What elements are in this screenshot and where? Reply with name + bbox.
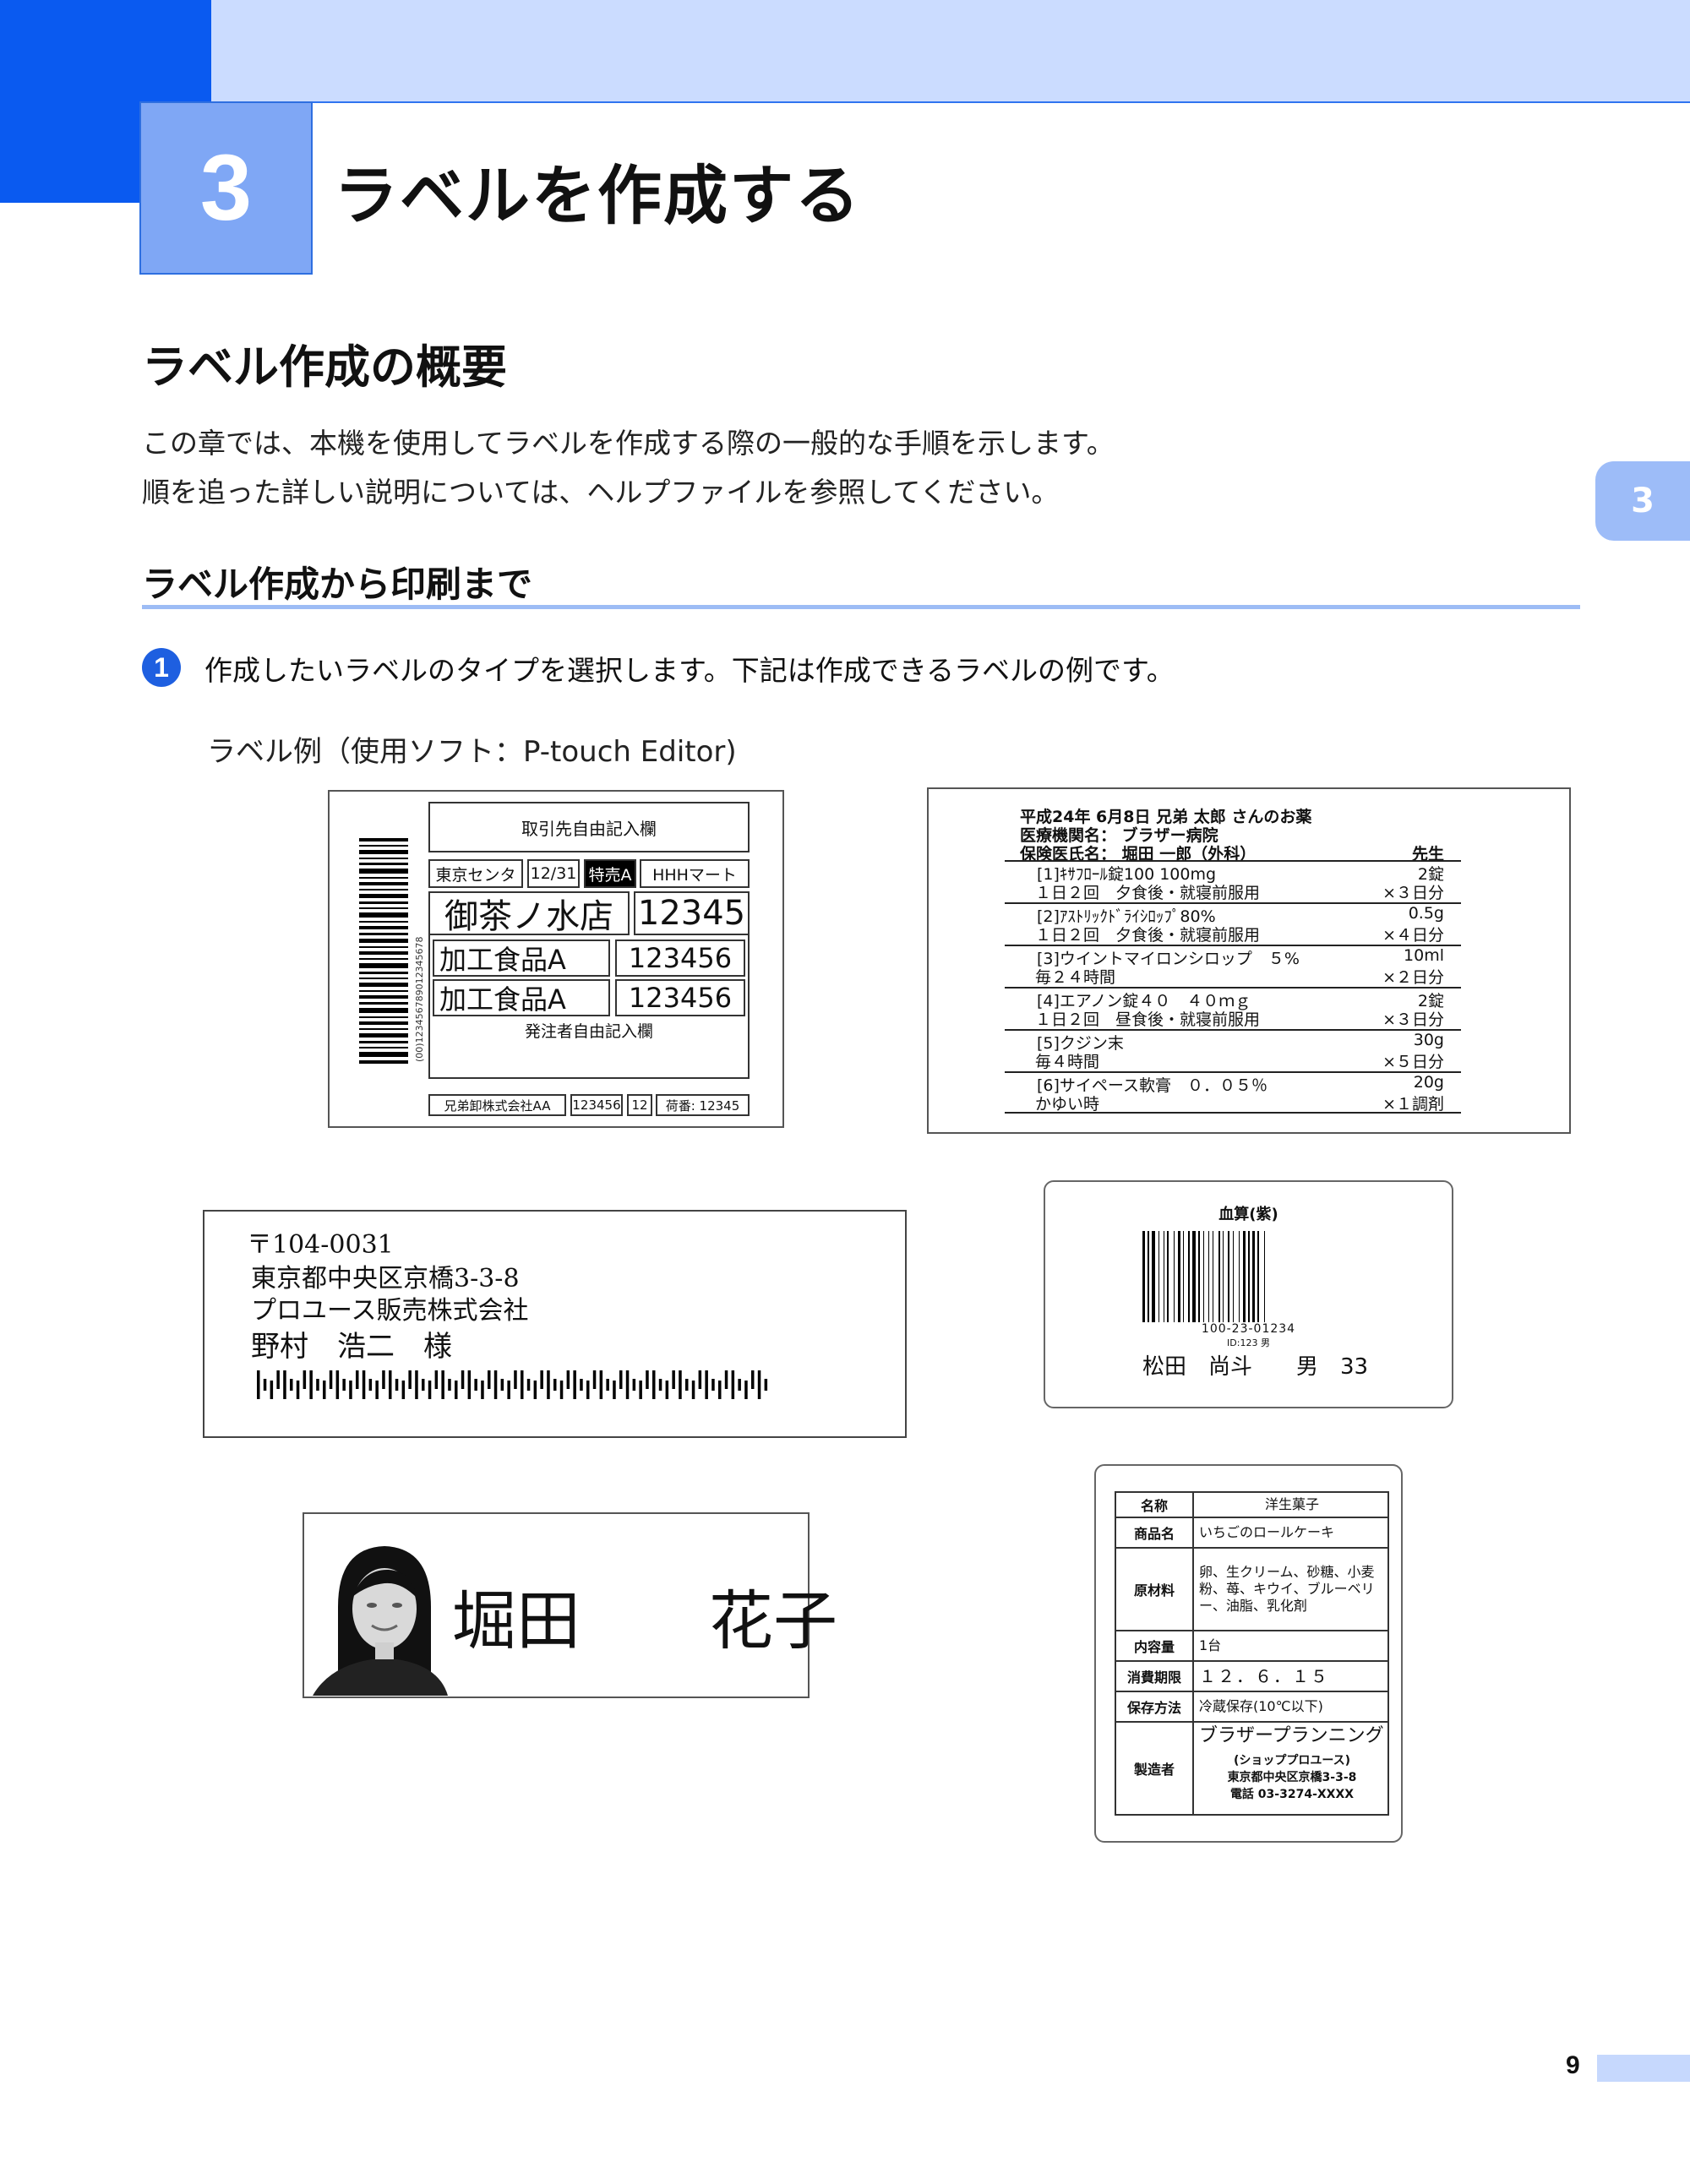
address-label-example: 〒104-0031 東京都中央区京橋3-3-8 プロユース販売株式会社 野村 浩… — [203, 1210, 907, 1438]
food-table-key: 消費期限 — [1116, 1662, 1194, 1691]
address-recipient: 野村 浩二 様 — [251, 1330, 452, 1364]
section-heading: ラベル作成の概要 — [142, 340, 507, 394]
chapter-side-tab[interactable]: 3 — [1595, 461, 1690, 541]
step-number-badge: 1 — [142, 648, 181, 687]
shipping-cell-sale: 特売A — [584, 859, 636, 888]
barcode-number: (00)123456789012345678 — [414, 936, 425, 1062]
medicine-item-days: ×５日分 — [1382, 1053, 1444, 1071]
chapter-number: 3 — [199, 136, 253, 240]
page-number: 9 — [1566, 2051, 1580, 2079]
food-table-row: 名称 洋生菓子 — [1115, 1491, 1389, 1518]
medicine-item-qty: 10ml — [1404, 946, 1444, 965]
medicine-item-usage: １日２回 昼食後・就寝前服用 — [1035, 1010, 1261, 1029]
food-table-value: 卵、生クリーム、砂糖、小麦粉、苺、キウイ、ブルーベリー、油脂、乳化剤 — [1199, 1564, 1375, 1614]
page-number-bar — [1597, 2055, 1690, 2082]
shipping-footer-note: 発注者自由記入欄 — [428, 935, 750, 1079]
medicine-row-divider — [1005, 1112, 1461, 1114]
chapter-number-box: 3 — [139, 101, 313, 275]
blood-patient: 松田 尚斗 男 33 — [1142, 1354, 1369, 1380]
food-table-value: ブラザープランニング — [1199, 1725, 1384, 1746]
medicine-item-days: ×３日分 — [1382, 884, 1444, 902]
shipping-bottom-code: 123456 — [570, 1094, 623, 1116]
food-table-value: 洋生菓子 — [1264, 1496, 1319, 1512]
shipping-bottom-company: 兄弟卸株式会社AA — [428, 1094, 566, 1116]
intro-line-2: 順を追った詳しい説明については、ヘルプファイルを参照してください。 — [142, 476, 1060, 509]
food-table-key: 商品名 — [1116, 1518, 1194, 1547]
shipping-bottom-qty: 12 — [627, 1094, 652, 1116]
address-postal: 〒104-0031 — [247, 1230, 394, 1260]
vertical-barcode-icon — [359, 838, 408, 1064]
food-table-row: 原材料 卵、生クリーム、砂糖、小麦粉、苺、キウイ、ブルーベリー、油脂、乳化剤 — [1115, 1549, 1389, 1631]
medicine-item-usage: かゆい時 — [1035, 1095, 1100, 1114]
name-label-text: 堀田 花子 — [452, 1583, 837, 1658]
blood-label-title: 血算(紫) — [1218, 1206, 1278, 1223]
food-table-row: 消費期限 １２．６．１５ — [1115, 1662, 1389, 1692]
food-table-key: 原材料 — [1116, 1549, 1194, 1630]
shipping-bottom-lot: 荷番: 12345 — [656, 1094, 750, 1116]
medicine-item-usage: １日２回 夕食後・就寝前服用 — [1035, 884, 1261, 902]
medicine-item-usage: 毎２４時間 — [1035, 968, 1116, 987]
food-table-row: 内容量 1台 — [1115, 1631, 1389, 1662]
medicine-item-qty: 0.5g — [1408, 904, 1444, 923]
medicine-item-days: ×１調剤 — [1382, 1095, 1444, 1114]
shipping-label-example: (00)123456789012345678 取引先自由記入欄 東京センタ 12… — [328, 790, 784, 1128]
postal-barcode-icon — [257, 1370, 768, 1399]
blood-barcode-code: 100-23-01234 — [1201, 1322, 1296, 1336]
shipping-cell-mart: HHHマート — [640, 859, 750, 888]
food-table-row: 製造者 ブラザープランニング (ショッププロユース) 東京都中央区京橋3-3-8 電話 … — [1115, 1723, 1389, 1816]
medicine-item-qty: 30g — [1413, 1031, 1444, 1049]
medicine-item-usage: １日２回 夕食後・就寝前服用 — [1035, 926, 1261, 945]
address-company: プロユース販売株式会社 — [251, 1296, 529, 1326]
shipping-store: 御茶ノ水店 — [428, 891, 630, 936]
food-table-value: 冷蔵保存(10℃以下) — [1199, 1698, 1323, 1714]
food-table-key: 内容量 — [1116, 1631, 1194, 1660]
food-table-value: １２．６．１５ — [1199, 1666, 1329, 1686]
barcode-icon — [1142, 1231, 1265, 1322]
medicine-item-usage: 毎４時間 — [1035, 1053, 1100, 1071]
step-text: 作成したいラベルのタイプを選択します。下記は作成できるラベルの例です。 — [204, 654, 1175, 687]
food-table-value: 1台 — [1199, 1637, 1222, 1653]
label-examples-caption: ラベル例（使用ソフト：P-touch Editor) — [207, 735, 737, 769]
food-table-row: 商品名 いちごのロールケーキ — [1115, 1518, 1389, 1549]
food-table-row: 保存方法 冷蔵保存(10℃以下) — [1115, 1692, 1389, 1723]
medicine-item-days: ×３日分 — [1382, 1010, 1444, 1029]
medicine-label-example: 平成24年 6月8日 兄弟 太郎 さんのお薬 医療機関名： ブラザー病院 保険医… — [927, 787, 1571, 1134]
intro-line-1: この章では、本機を使用してラベルを作成する際の一般的な手順を示します。 — [142, 427, 1115, 460]
medicine-item-days: ×２日分 — [1382, 968, 1444, 987]
food-table-value: いちごのロールケーキ — [1199, 1524, 1335, 1540]
food-label-example: 名称 洋生菓子 商品名 いちごのロールケーキ 原材料 卵、生クリーム、砂糖、小麦粉、苺、キ… — [1094, 1464, 1403, 1843]
food-maker-addr: 東京都中央区京橋3-3-8 — [1227, 1771, 1357, 1784]
food-table-key: 製造者 — [1116, 1723, 1194, 1814]
blood-id-line: ID:123 男 — [1227, 1337, 1270, 1348]
subsection-rule — [142, 605, 1580, 609]
subsection-heading: ラベル作成から印刷まで — [142, 564, 533, 605]
portrait-photo-icon — [313, 1531, 448, 1696]
food-table-key: 名称 — [1116, 1493, 1194, 1517]
food-maker-tel: 電話 03-3274-XXXX — [1229, 1788, 1355, 1801]
food-maker-sub: (ショッププロユース) — [1233, 1754, 1351, 1767]
header-band — [0, 0, 1690, 103]
medicine-item-qty: 20g — [1413, 1073, 1444, 1092]
shipping-cell-date: 12/31 — [527, 859, 580, 888]
medicine-item-days: ×４日分 — [1382, 926, 1444, 945]
food-table-key: 保存方法 — [1116, 1692, 1194, 1721]
shipping-header: 取引先自由記入欄 — [428, 802, 750, 852]
chapter-title: ラベルを作成する — [334, 158, 861, 233]
name-label-example: 堀田 花子 — [303, 1512, 837, 1698]
shipping-cell-center: 東京センタ — [428, 859, 523, 888]
shipping-store-no: 12345 — [634, 891, 750, 935]
blood-test-label-example: 血算(紫) 100-23-01234 ID:123 男 松田 尚斗 男 33 — [1044, 1180, 1453, 1408]
